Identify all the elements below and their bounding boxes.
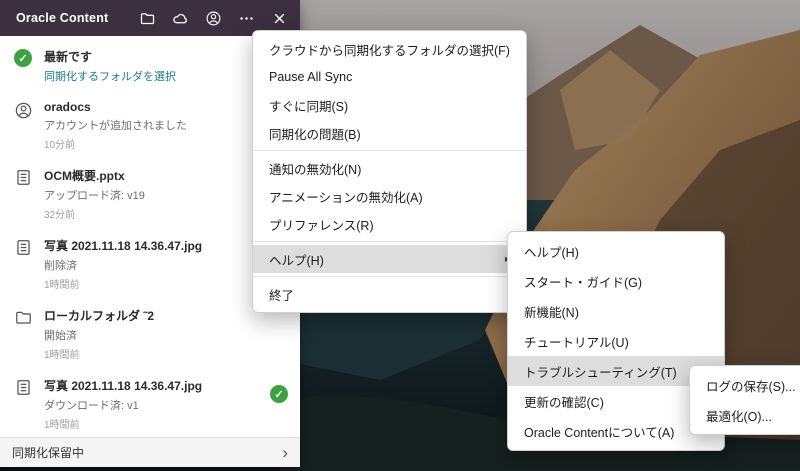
item-time: 10分前 bbox=[44, 140, 76, 151]
menu-item-label: ヘルプ(H) bbox=[269, 253, 324, 268]
close-icon[interactable] bbox=[270, 9, 288, 27]
item-title: 写真 2021.11.18 14.36.47.jpg bbox=[44, 239, 203, 253]
menu-item-sync-now[interactable]: すぐに同期(S) bbox=[253, 91, 526, 119]
window-title: Oracle Content bbox=[16, 11, 109, 25]
submenu-item-whats-new[interactable]: 新機能(N) bbox=[508, 296, 724, 326]
menu-separator bbox=[253, 150, 526, 151]
more-menu: クラウドから同期化するフォルダの選択(F) Pause All Sync すぐに… bbox=[252, 30, 527, 313]
item-time: 1時間前 bbox=[44, 280, 80, 291]
menu-item-pause-all-sync[interactable]: Pause All Sync bbox=[253, 63, 526, 91]
menu-item-help[interactable]: ヘルプ(H) ▸ bbox=[253, 245, 526, 273]
item-time: 1時間前 bbox=[44, 420, 80, 431]
account-icon[interactable] bbox=[204, 9, 222, 27]
menu-item-preferences[interactable]: プリファレンス(R) bbox=[253, 210, 526, 238]
titlebar-icons bbox=[138, 9, 288, 27]
document-icon bbox=[12, 378, 34, 397]
submenu-item-getting-started[interactable]: スタート・ガイド(G) bbox=[508, 266, 724, 296]
menu-separator bbox=[253, 241, 526, 242]
sync-status-bar[interactable]: 同期化保留中 › bbox=[0, 437, 300, 467]
menu-item-disable-animations[interactable]: アニメーションの無効化(A) bbox=[253, 182, 526, 210]
list-item[interactable]: 写真 2021.11.18 14.36.47.jpg ダウンロード済: v1 1… bbox=[0, 369, 300, 437]
sync-status-label: 同期化保留中 bbox=[12, 446, 85, 460]
troubleshooting-submenu: ログの保存(S)... 最適化(O)... bbox=[689, 365, 800, 435]
item-subtitle: ダウンロード済: v1 bbox=[44, 400, 139, 412]
document-icon bbox=[12, 168, 34, 187]
item-title: 写真 2021.11.18 14.36.47.jpg bbox=[44, 379, 203, 393]
document-icon bbox=[12, 238, 34, 257]
item-subtitle: アカウントが追加されました bbox=[44, 120, 187, 132]
submenu-item-optimize[interactable]: 最適化(O)... bbox=[690, 400, 800, 430]
menu-item-sync-problems[interactable]: 同期化の問題(B) bbox=[253, 119, 526, 147]
item-title: ローカルフォルダ ˜2 bbox=[44, 309, 155, 323]
account-icon bbox=[12, 101, 34, 120]
check-circle-icon: ✓ bbox=[270, 385, 288, 403]
item-time: 32分前 bbox=[44, 210, 76, 221]
item-subtitle: 開始済 bbox=[44, 330, 77, 342]
item-subtitle: 削除済 bbox=[44, 260, 77, 272]
submenu-arrow-icon: ▸ bbox=[479, 254, 510, 265]
submenu-item-tutorial[interactable]: チュートリアル(U) bbox=[508, 326, 724, 356]
menu-item-select-cloud-folders[interactable]: クラウドから同期化するフォルダの選択(F) bbox=[253, 35, 526, 63]
more-icon[interactable] bbox=[237, 9, 255, 27]
submenu-item-label: トラブルシューティング(T) bbox=[524, 365, 677, 380]
menu-separator bbox=[253, 276, 526, 277]
item-title: oradocs bbox=[44, 100, 91, 114]
item-time: 1時間前 bbox=[44, 350, 80, 361]
screen: Oracle Content ✓ 最新です 同期化するフォルダを選択 orado… bbox=[0, 0, 800, 471]
menu-item-disable-notifications[interactable]: 通知の無効化(N) bbox=[253, 154, 526, 182]
menu-item-quit[interactable]: 終了 bbox=[253, 280, 526, 308]
item-title: 最新です bbox=[44, 50, 93, 64]
check-circle-icon: ✓ bbox=[12, 49, 34, 67]
cloud-icon[interactable] bbox=[171, 9, 189, 27]
chevron-right-icon: › bbox=[282, 443, 288, 462]
item-subtitle: アップロード済: v19 bbox=[44, 190, 145, 202]
submenu-item-save-logs[interactable]: ログの保存(S)... bbox=[690, 370, 800, 400]
item-title: OCM概要.pptx bbox=[44, 169, 125, 183]
folder-icon bbox=[12, 308, 34, 327]
select-sync-folders-link[interactable]: 同期化するフォルダを選択 bbox=[44, 68, 176, 84]
folder-icon[interactable] bbox=[138, 9, 156, 27]
submenu-item-help[interactable]: ヘルプ(H) bbox=[508, 236, 724, 266]
